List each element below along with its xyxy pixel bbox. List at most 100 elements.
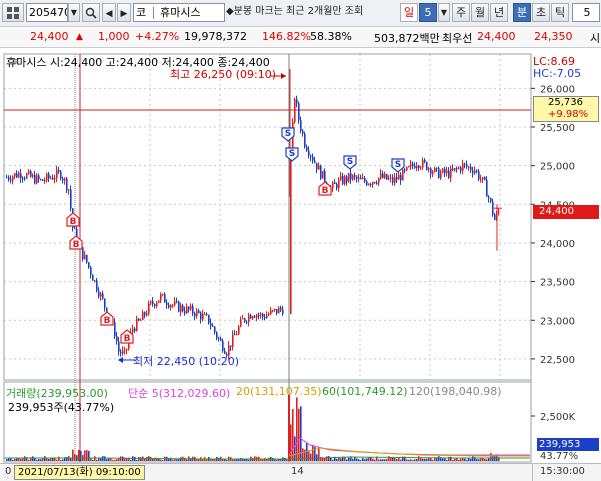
candle-body	[298, 103, 300, 121]
search-button[interactable]	[82, 3, 100, 22]
volume-bar	[410, 459, 412, 461]
candle-body	[336, 183, 338, 189]
candle-body	[204, 313, 206, 315]
chart-settings-icon[interactable]: ≡	[12, 57, 20, 67]
candle-body	[12, 176, 14, 181]
candle-body	[20, 173, 22, 179]
svg-text:S: S	[289, 149, 295, 159]
candle-body	[194, 313, 196, 317]
volume-bar	[78, 449, 80, 461]
candle-body	[118, 341, 120, 352]
period-day[interactable]: 일	[400, 3, 418, 22]
candle-body	[458, 167, 460, 169]
period-tick[interactable]: 틱	[551, 3, 569, 22]
period-year[interactable]: 년	[490, 3, 508, 22]
price-tick-label: 23,000	[540, 316, 575, 327]
volume-bar	[450, 456, 452, 461]
volume-bar	[420, 458, 422, 461]
candle-body	[396, 177, 398, 180]
candle-body	[176, 301, 178, 303]
candle-body	[342, 176, 344, 184]
notice-text: ◆분봉 마크는 최근 2개월만 조회	[226, 6, 364, 17]
volume-bar	[6, 459, 8, 461]
volume-bar	[416, 458, 418, 461]
candle-body	[166, 302, 168, 305]
period-month[interactable]: 월	[471, 3, 489, 22]
candle-body	[278, 307, 280, 314]
candle-body	[184, 311, 186, 313]
volume-bar	[40, 459, 42, 461]
volume-bar	[478, 459, 480, 461]
candle-body	[468, 166, 470, 168]
volume-bar	[110, 458, 112, 461]
volume-bar	[206, 459, 208, 461]
candle-body	[274, 308, 276, 311]
stock-code-input[interactable]: 205470	[26, 3, 68, 22]
volume-bar	[456, 458, 458, 461]
period-minute[interactable]: 분	[513, 3, 531, 22]
volume-bar	[426, 458, 428, 461]
candle-body	[252, 316, 254, 319]
volume-bar	[446, 459, 448, 461]
volume-bar	[458, 459, 460, 461]
stock-name-field[interactable]: 코 휴마시스	[133, 3, 225, 22]
grid-menu-button[interactable]	[2, 3, 24, 22]
volume-bar	[46, 458, 48, 461]
volume-bar	[32, 456, 34, 461]
volume-bar	[288, 395, 290, 461]
candle-body	[190, 306, 192, 310]
candle-body	[222, 340, 224, 351]
price-chart[interactable]: BBBBSSSSB 26,00025,50025,00024,50024,000…	[0, 50, 601, 481]
candle-body	[88, 262, 90, 268]
candle-body	[152, 301, 154, 305]
candle-body	[74, 227, 76, 229]
candle-body	[438, 168, 440, 179]
candle-body	[188, 306, 190, 310]
period-day-count[interactable]: 5	[419, 3, 437, 22]
candle-body	[388, 178, 390, 180]
period-week[interactable]: 주	[452, 3, 470, 22]
candle-body	[254, 316, 256, 318]
volume-bar	[372, 458, 374, 461]
candle-body	[120, 351, 122, 354]
prev-stock-button[interactable]: ◀	[102, 3, 116, 22]
candle-body	[488, 196, 490, 199]
candle-body	[230, 345, 232, 348]
volume-bar	[222, 459, 224, 461]
svg-text:S: S	[285, 129, 291, 139]
volume-bar	[184, 457, 186, 461]
ref-price-value: 25,736	[548, 97, 583, 108]
candle-body	[294, 99, 296, 122]
period-count-dropdown[interactable]: ▼	[438, 3, 450, 22]
volume-bar	[150, 457, 152, 461]
candle-body	[484, 177, 486, 180]
volume-bar	[28, 459, 30, 461]
candle-body	[364, 177, 366, 182]
next-stock-button[interactable]: ▶	[117, 3, 131, 22]
candle-body	[150, 301, 152, 304]
candle-body	[36, 175, 38, 184]
volume-bar	[406, 459, 408, 461]
candle-body	[356, 176, 358, 179]
candle-body	[416, 165, 418, 169]
low-arrow-icon	[118, 357, 135, 363]
code-dropdown-button[interactable]: ▼	[68, 3, 80, 22]
candle-body	[446, 170, 448, 174]
period-second[interactable]: 초	[532, 3, 550, 22]
candle-body	[162, 294, 164, 296]
candle-body	[354, 175, 356, 177]
candle-body	[168, 304, 170, 308]
candle-body	[56, 169, 58, 179]
candle-body	[348, 173, 350, 182]
price-tick-label: 25,500	[540, 123, 575, 134]
volume-bar	[396, 459, 398, 461]
volume-bar	[466, 459, 468, 461]
tick-count-input[interactable]: 5	[572, 3, 600, 22]
volume-bar	[74, 453, 76, 461]
volume-bar	[244, 459, 246, 461]
volume-bar	[360, 459, 362, 461]
candle-body	[422, 159, 424, 168]
volume-bar	[408, 459, 410, 461]
candle-body	[64, 178, 66, 181]
time-end-label: 15:30:00	[540, 466, 585, 477]
